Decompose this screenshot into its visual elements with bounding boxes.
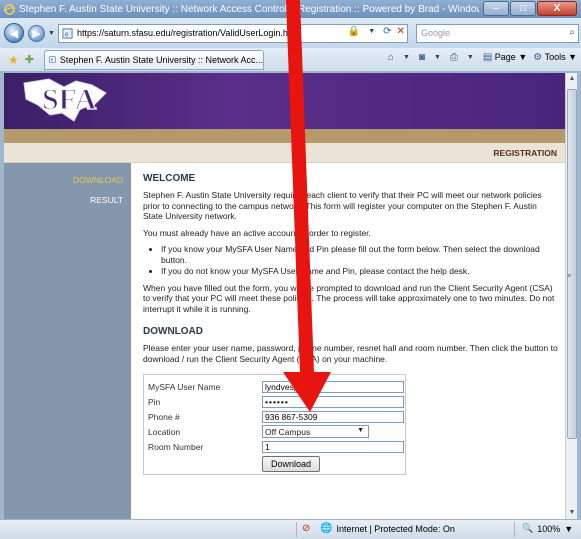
phone-label: Phone # — [148, 411, 180, 422]
sidenav-download-link[interactable]: DOWNLOAD — [73, 175, 123, 185]
search-placeholder: Google — [420, 28, 450, 38]
globe-icon: 🌐 — [320, 523, 333, 534]
download-paragraph: Please enter your user name, password, p… — [143, 343, 558, 364]
svg-text:e: e — [51, 57, 54, 62]
instruction-item: If you do not know your MySFA User Name … — [161, 266, 543, 277]
download-heading: DOWNLOAD — [143, 326, 203, 337]
back-button[interactable]: ◀ — [4, 23, 24, 43]
instruction-item: If you know your MySFA User Name and Pin… — [161, 244, 543, 265]
location-select[interactable]: Off Campus ▼ — [262, 425, 369, 438]
forward-arrow-icon: ▶ — [32, 27, 41, 40]
page-menu-icon: ▤ — [482, 52, 493, 63]
registration-form: MySFA User Name Pin •••••• Phone # Locat… — [143, 374, 406, 475]
status-divider — [514, 522, 515, 537]
lock-icon[interactable]: 🔒 — [348, 26, 360, 37]
username-input[interactable] — [262, 380, 404, 393]
welcome-heading: WELCOME — [143, 173, 196, 184]
close-button[interactable]: X — [537, 1, 577, 16]
browser-tab[interactable]: e Stephen F. Austin State University :: … — [43, 49, 264, 70]
home-icon[interactable]: ⌂ — [388, 52, 394, 63]
maximize-button[interactable]: □ — [510, 1, 536, 16]
ie-logo-icon — [4, 3, 15, 15]
scroll-grip-icon: ≡ — [567, 273, 572, 280]
search-icon[interactable]: ⌕ — [569, 27, 575, 38]
address-bar[interactable]: e https://saturn.sfasu.edu/registration/… — [57, 23, 408, 43]
instructions-list: If you know your MySFA User Name and Pin… — [143, 244, 543, 277]
scroll-up-icon[interactable]: ▲ — [566, 73, 578, 85]
page-icon: e — [62, 27, 73, 39]
stop-icon[interactable]: ✕ — [397, 26, 405, 37]
phone-input[interactable] — [262, 410, 404, 423]
status-bar: ⊘ 🌐 Internet | Protected Mode: On 🔍 100%… — [0, 519, 581, 539]
minimize-button[interactable]: – — [483, 1, 509, 16]
room-label: Room Number — [148, 441, 204, 452]
registration-label: REGISTRATION — [493, 148, 557, 158]
download-button[interactable]: Download — [262, 456, 321, 472]
username-row: MySFA User Name — [148, 379, 405, 394]
window-titlebar: Stephen F. Austin State University :: Ne… — [0, 0, 581, 18]
back-arrow-icon: ◀ — [9, 27, 19, 40]
forward-button[interactable]: ▶ — [28, 24, 45, 42]
site-banner: SFA — [4, 73, 565, 129]
svg-text:e: e — [65, 29, 69, 38]
zoom-control[interactable]: 🔍 100% ▼ — [522, 523, 573, 534]
zoom-dropdown-icon: ▼ — [564, 523, 574, 534]
tools-menu-label: Tools — [544, 52, 566, 62]
gear-icon: ⚙ — [533, 52, 543, 63]
zoom-icon: 🔍 — [522, 523, 534, 533]
address-dropdown-icon[interactable]: ▼ — [368, 28, 375, 35]
page-viewport: SFA REGISTRATION DOWNLOAD RESULT WELCOME… — [4, 73, 565, 519]
location-row: Location Off Campus ▼ — [148, 424, 405, 439]
room-input[interactable] — [262, 440, 404, 453]
security-zone-label: Internet | Protected Mode: On — [336, 523, 455, 534]
sidenav-result-link[interactable]: RESULT — [90, 195, 123, 205]
tab-label: Stephen F. Austin State University :: Ne… — [59, 54, 263, 65]
add-favorites-icon[interactable]: ✚ — [25, 53, 34, 66]
home-dropdown-icon[interactable]: ▼ — [403, 54, 410, 61]
sfa-logo: SFA — [23, 78, 107, 122]
scroll-thumb[interactable] — [567, 89, 577, 439]
feeds-icon[interactable]: ◙ — [419, 52, 425, 63]
page-menu-label: Page — [494, 52, 516, 62]
pin-label: Pin — [148, 396, 161, 407]
welcome-paragraph-2: You must already have an active account … — [143, 227, 371, 238]
phone-row: Phone # — [148, 409, 405, 424]
location-selected-value: Off Campus — [265, 426, 311, 437]
page-menu[interactable]: ▤ Page ▼ — [483, 52, 527, 63]
location-label: Location — [148, 426, 181, 437]
address-url: https://saturn.sfasu.edu/registration/Va… — [76, 28, 291, 38]
status-divider — [296, 522, 297, 537]
print-icon[interactable]: ⎙ — [450, 52, 458, 63]
navigation-bar: ◀ ▶ ▼ e https://saturn.sfasu.edu/registr… — [0, 18, 581, 48]
print-dropdown-icon[interactable]: ▼ — [467, 54, 474, 61]
search-input[interactable]: Google ⌕ — [415, 23, 579, 43]
tools-menu[interactable]: ⚙ Tools ▼ — [533, 52, 577, 63]
header-gold-bar — [4, 129, 565, 143]
history-dropdown-icon[interactable]: ▼ — [48, 30, 55, 37]
favorites-star-icon[interactable]: ★ — [8, 53, 19, 67]
scroll-down-icon[interactable]: ▼ — [566, 507, 578, 519]
welcome-paragraph-3: When you have filled out the form, you w… — [143, 282, 555, 314]
popup-blocked-icon[interactable]: ⊘ — [302, 523, 310, 534]
refresh-icon[interactable]: ⟳ — [383, 26, 391, 37]
svg-text:SFA: SFA — [42, 83, 97, 116]
zoom-level: 100% — [537, 523, 561, 534]
pin-row: Pin •••••• — [148, 394, 405, 409]
side-navigation: DOWNLOAD RESULT — [4, 163, 131, 519]
room-row: Room Number — [148, 439, 405, 454]
favorites-bar: ★ ✚ e Stephen F. Austin State University… — [0, 48, 581, 72]
welcome-paragraph-1: Stephen F. Austin State University requi… — [143, 190, 542, 221]
username-label: MySFA User Name — [148, 381, 221, 392]
registration-bar: REGISTRATION — [4, 143, 565, 163]
window-title: Stephen F. Austin State University :: Ne… — [19, 3, 479, 15]
tab-page-icon: e — [49, 56, 56, 63]
chevron-down-icon: ▼ — [357, 427, 364, 434]
vertical-scrollbar[interactable]: ▲ ≡ ▼ — [565, 73, 577, 519]
security-zone[interactable]: 🌐 Internet | Protected Mode: On — [320, 523, 455, 534]
feeds-dropdown-icon[interactable]: ▼ — [434, 54, 441, 61]
pin-input[interactable]: •••••• — [262, 395, 404, 408]
main-content: WELCOME Stephen F. Austin State Universi… — [131, 163, 565, 519]
